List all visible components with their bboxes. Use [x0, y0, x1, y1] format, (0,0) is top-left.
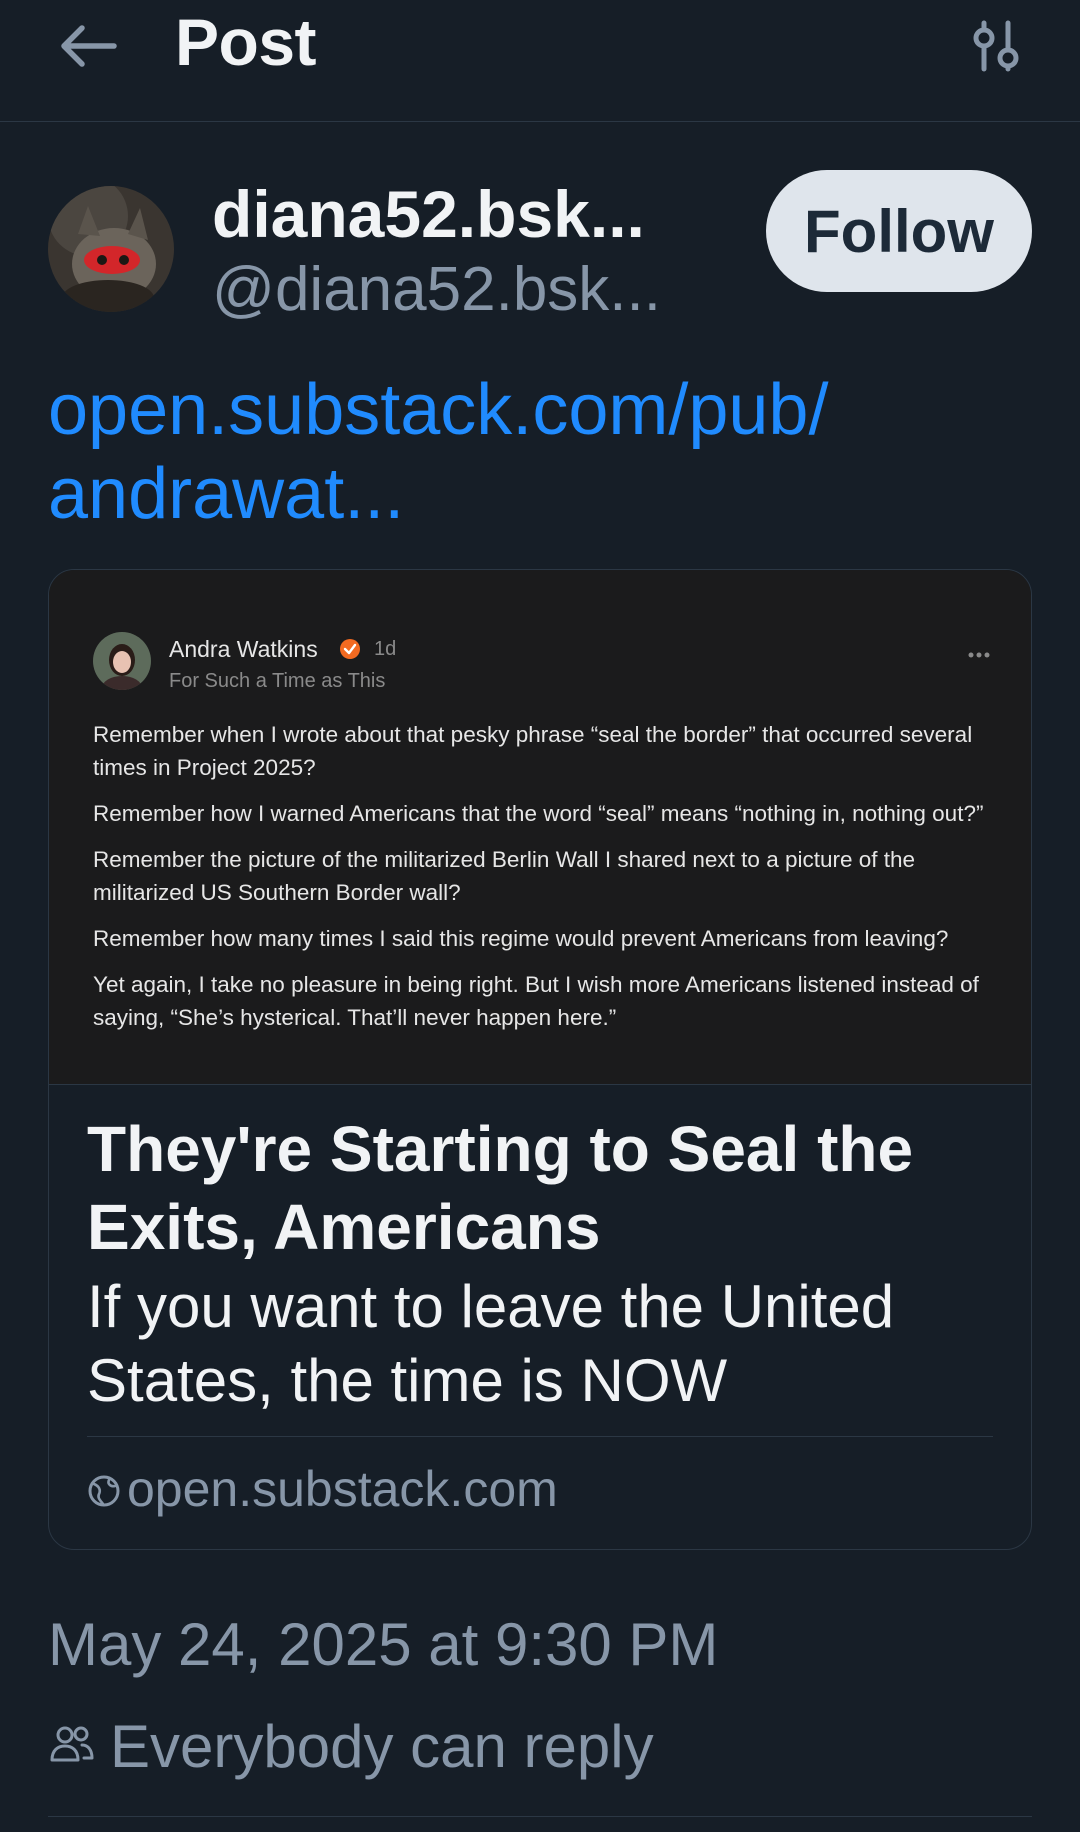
follow-button[interactable]: Follow: [766, 170, 1032, 292]
card-divider: [87, 1436, 993, 1437]
back-button[interactable]: [56, 14, 120, 78]
preview-publication: For Such a Time as This: [169, 670, 386, 692]
preview-time: 1d: [374, 638, 397, 660]
post-link[interactable]: open.substack.com/pub/ andrawat...: [48, 368, 1048, 536]
reply-setting[interactable]: Everybody can reply: [110, 1712, 654, 1781]
thread-settings-button[interactable]: [964, 14, 1028, 78]
preview-paragraph: Remember how I warned Americans that the…: [93, 801, 984, 826]
divider: [48, 1816, 1032, 1817]
card-thumbnail: Andra Watkins 1d For Such a Time as This…: [49, 570, 1031, 1085]
link-card[interactable]: Andra Watkins 1d For Such a Time as This…: [48, 569, 1032, 1550]
preview-paragraph: Remember when I wrote about that pesky p…: [93, 722, 973, 780]
verified-badge-icon: [340, 639, 360, 659]
sliders-icon: [973, 20, 1019, 72]
arrow-left-icon: [61, 25, 117, 67]
avatar[interactable]: [48, 186, 174, 312]
top-bar: Post: [0, 0, 1080, 122]
more-dots-icon: [968, 652, 990, 658]
author-display-name[interactable]: diana52.bsk...: [212, 176, 645, 252]
preview-author-name: Andra Watkins: [169, 636, 318, 662]
preview-paragraph: Remember the picture of the militarized …: [93, 847, 916, 905]
post-link-text: open.substack.com/pub/ andrawat...: [48, 370, 829, 534]
preview-author-avatar: [93, 632, 151, 690]
globe-icon: [88, 1475, 120, 1507]
page-title: Post: [175, 5, 317, 79]
card-title: They're Starting to Seal the Exits, Amer…: [87, 1113, 914, 1263]
preview-paragraph: Remember how many times I said this regi…: [93, 926, 949, 951]
post-timestamp: May 24, 2025 at 9:30 PM: [48, 1611, 719, 1678]
card-domain: open.substack.com: [127, 1461, 558, 1517]
card-description: If you want to leave the United States, …: [87, 1273, 895, 1414]
people-icon: [50, 1726, 94, 1762]
author-handle[interactable]: @diana52.bsk...: [212, 254, 661, 325]
preview-paragraph: Yet again, I take no pleasure in being r…: [93, 972, 979, 1030]
preview-body: Remember when I wrote about that pesky p…: [93, 718, 993, 1047]
